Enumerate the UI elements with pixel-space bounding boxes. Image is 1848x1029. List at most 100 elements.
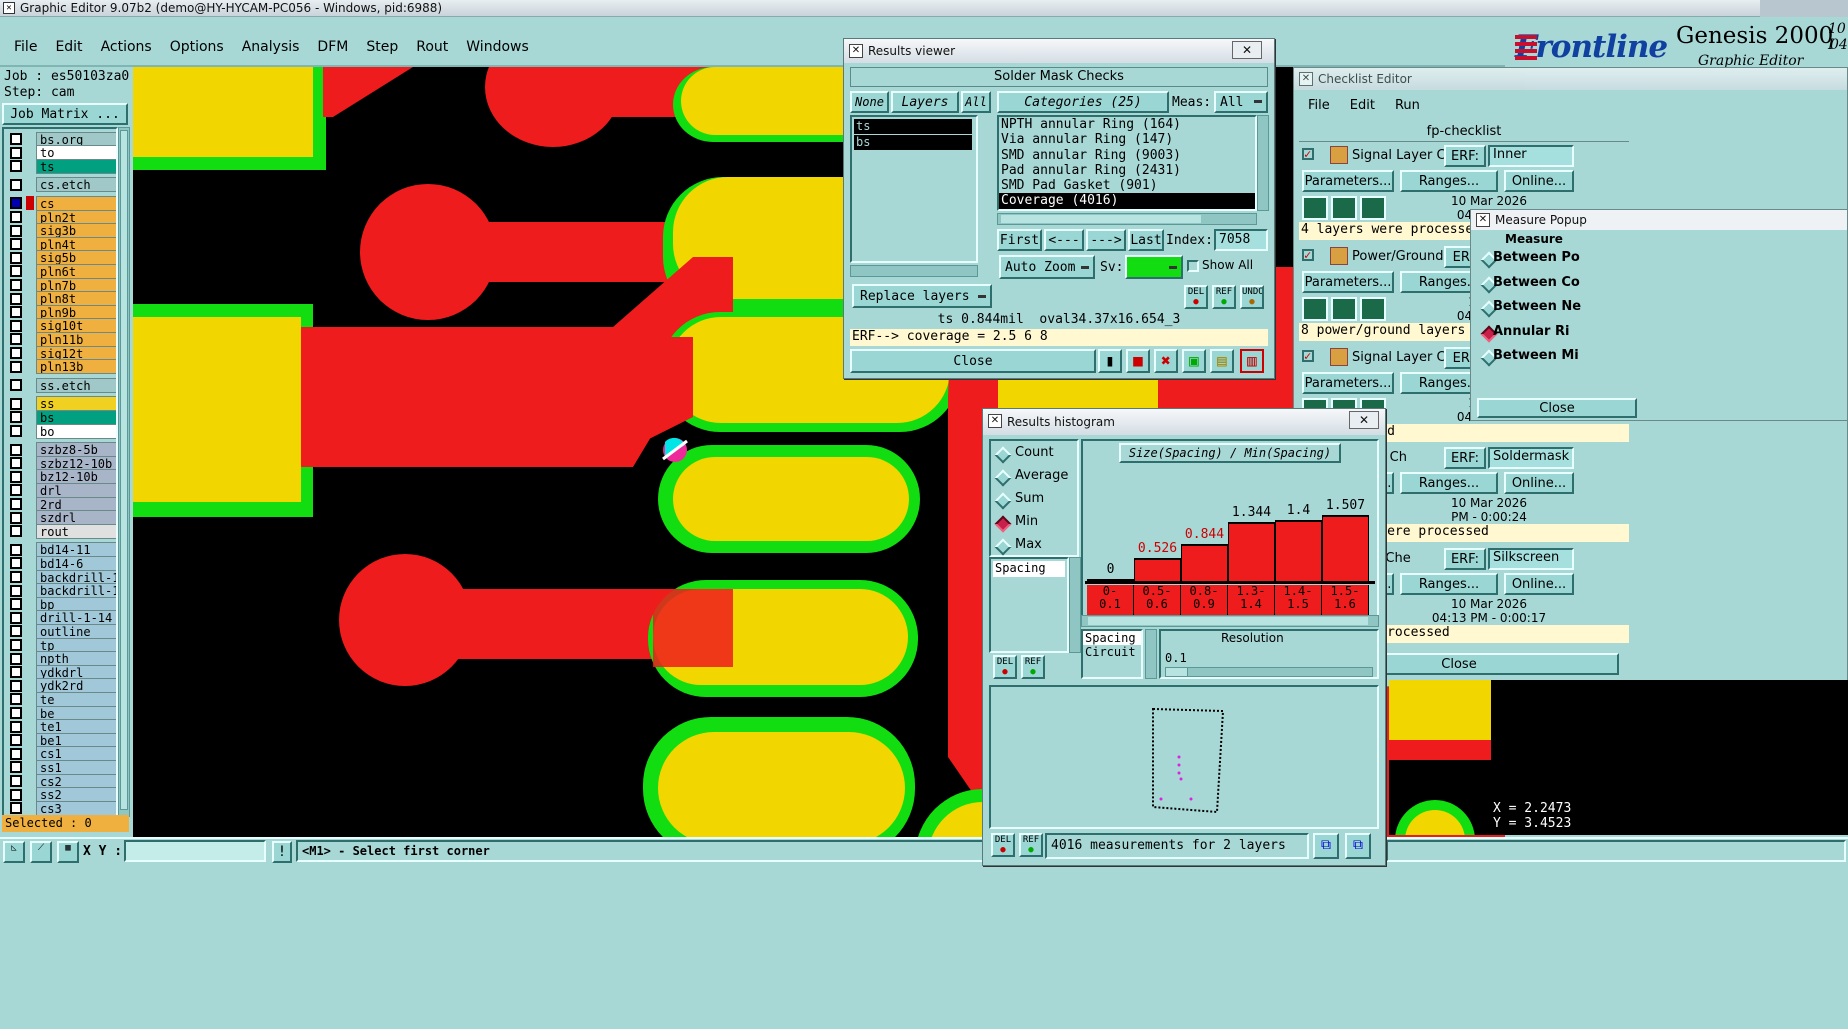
category-item[interactable]: SMD Pad Gasket (901) (999, 178, 1255, 193)
hist-del-icon-2[interactable]: DEL ● (991, 833, 1015, 857)
ranges-button[interactable]: Ranges... (1400, 472, 1498, 494)
checklist-menu-edit[interactable]: Edit (1350, 98, 1375, 113)
export-icon-1[interactable]: ⧉ (1313, 833, 1339, 859)
layer-checkbox[interactable] (10, 178, 22, 191)
checklist-item-check[interactable]: ✓ (1302, 249, 1314, 261)
layer-checkbox[interactable] (10, 251, 22, 264)
tool-icon-5[interactable]: ▤ (1210, 349, 1234, 373)
menu-actions[interactable]: Actions (101, 39, 152, 55)
layer-checkbox[interactable] (10, 197, 22, 210)
layer-checkbox[interactable] (10, 160, 22, 173)
tool-icon-1[interactable]: ▮ (1098, 349, 1122, 373)
layer-checkbox[interactable] (10, 734, 22, 747)
menu-dfm[interactable]: DFM (317, 39, 348, 55)
replace-layers-button[interactable]: Replace layers (852, 284, 992, 308)
first-button[interactable]: First (997, 229, 1042, 251)
mode-radio-count[interactable] (994, 446, 1012, 464)
layer-checkbox[interactable] (10, 498, 22, 510)
layer-checkbox[interactable] (10, 639, 22, 651)
layer-checkbox[interactable] (10, 411, 22, 424)
layer-checkbox[interactable] (10, 666, 22, 679)
histogram-bar[interactable] (1134, 557, 1181, 581)
menu-rout[interactable]: Rout (416, 39, 448, 55)
layer-checkbox[interactable] (10, 598, 22, 611)
checklist-item-check[interactable]: ✓ (1302, 350, 1314, 362)
layer-row[interactable]: bo (6, 423, 116, 439)
layer-row[interactable]: ss.etch (6, 377, 116, 393)
undo-icon[interactable]: UNDO ● (1240, 285, 1264, 309)
ranges-button[interactable]: Ranges... (1400, 170, 1498, 192)
checklist-erf-button[interactable]: ERF: (1444, 447, 1486, 469)
run-icons[interactable] (1302, 196, 1392, 220)
layer-checkbox[interactable] (10, 652, 22, 665)
result-layer-item[interactable]: ts (854, 119, 972, 134)
layer-checkbox[interactable] (10, 133, 22, 145)
export-icon-2[interactable]: ⧉ (1345, 833, 1371, 859)
measure-close-button[interactable]: Close (1477, 398, 1637, 418)
last-button[interactable]: Last (1128, 229, 1164, 251)
hist-ref-icon[interactable]: REF ● (1021, 655, 1045, 679)
online-button[interactable]: Online... (1504, 573, 1574, 595)
layer-checkbox[interactable] (10, 360, 22, 373)
layer-checkbox[interactable] (10, 584, 22, 597)
type-circuit[interactable]: Circuit (1083, 645, 1141, 659)
del-icon[interactable]: DEL ● (1184, 285, 1208, 309)
tool-icon-3[interactable]: ✖ (1154, 349, 1178, 373)
layer-checkbox[interactable] (10, 693, 22, 706)
line-select-icon[interactable]: ⟋ (30, 841, 52, 863)
layer-row[interactable]: cs.etch (6, 177, 116, 193)
mode-radio-max[interactable] (994, 538, 1012, 556)
layer-checkbox[interactable] (10, 397, 22, 410)
layer-checkbox[interactable] (10, 484, 22, 497)
mode-radio-min[interactable] (994, 515, 1012, 533)
layer-checkbox[interactable] (10, 457, 22, 470)
layer-checkbox[interactable] (10, 557, 22, 570)
category-item[interactable]: SMD annular Ring (9003) (999, 148, 1255, 163)
hist-del-icon[interactable]: DEL ● (993, 655, 1017, 679)
layer-checkbox[interactable] (10, 379, 22, 392)
parameters-button[interactable]: Parameters... (1302, 271, 1394, 293)
xy-input[interactable] (124, 840, 266, 862)
menu-analysis[interactable]: Analysis (242, 39, 300, 55)
tool-icon-2[interactable]: ■ (1126, 349, 1150, 373)
checklist-erf-button[interactable]: ERF: (1444, 548, 1486, 570)
layer-checkbox[interactable] (10, 747, 22, 760)
result-layer-item[interactable]: bs (854, 135, 972, 150)
layer-checkbox[interactable] (10, 333, 22, 346)
layer-row[interactable]: rout (6, 523, 116, 539)
auto-zoom-select[interactable]: Auto Zoom (999, 255, 1095, 279)
layer-checkbox[interactable] (10, 788, 22, 801)
mode-radio-sum[interactable] (994, 492, 1012, 510)
category-item[interactable]: Coverage (4016) (999, 193, 1255, 209)
type-spacing[interactable]: Spacing (1083, 631, 1141, 645)
layer-checkbox[interactable] (10, 571, 22, 583)
layer-checkbox[interactable] (10, 525, 22, 538)
chart-hscroll[interactable] (1081, 615, 1379, 627)
menu-windows[interactable]: Windows (466, 39, 529, 55)
layer-checkbox[interactable] (10, 443, 22, 456)
layer-checkbox[interactable] (10, 611, 22, 624)
info-icon[interactable]: ! (272, 841, 292, 863)
layer-checkbox[interactable] (10, 306, 22, 319)
rect-select-icon[interactable]: ◺ (3, 841, 25, 863)
online-button[interactable]: Online... (1504, 472, 1574, 494)
ranges-button[interactable]: Ranges... (1400, 573, 1498, 595)
layers-none-button[interactable]: None (850, 91, 889, 113)
layers-all-button[interactable]: All (961, 91, 991, 113)
menu-options[interactable]: Options (170, 39, 224, 55)
layer-result-scrollbar[interactable] (850, 265, 978, 277)
histogram-close-x[interactable]: ✕ (1349, 411, 1379, 429)
layer-checkbox[interactable] (10, 211, 22, 223)
layer-row[interactable]: ts (6, 158, 116, 174)
checklist-menu-run[interactable]: Run (1395, 98, 1420, 113)
layer-checkbox[interactable] (10, 279, 22, 291)
layer-checkbox[interactable] (10, 265, 22, 278)
layer-row[interactable]: cs3 (6, 800, 116, 815)
layer-checkbox[interactable] (10, 238, 22, 251)
layer-checkbox[interactable] (10, 470, 22, 483)
meas-select[interactable]: All (1214, 91, 1268, 113)
job-matrix-button[interactable]: Job Matrix ... (2, 103, 128, 125)
next-button[interactable]: ---> (1086, 229, 1126, 251)
checklist-menu-file[interactable]: File (1308, 98, 1330, 113)
layer-checkbox[interactable] (10, 224, 22, 237)
